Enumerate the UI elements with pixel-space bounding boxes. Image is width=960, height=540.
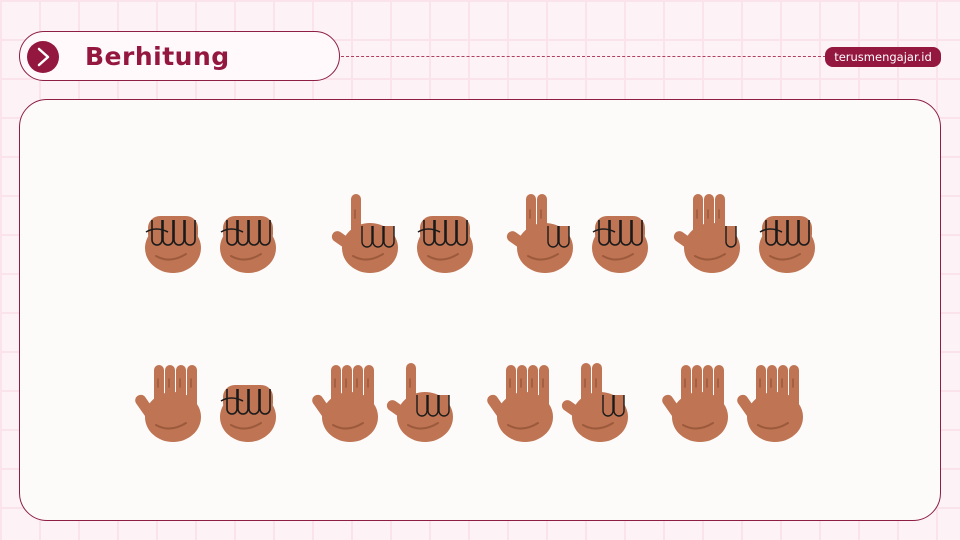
hand-count-5-icon bbox=[135, 365, 276, 442]
right-hand-icon bbox=[417, 216, 473, 273]
right-hand-icon bbox=[759, 216, 815, 273]
left-hand-icon bbox=[135, 365, 201, 442]
left-hand-icon bbox=[506, 194, 573, 273]
hand-group bbox=[330, 188, 485, 278]
right-hand-icon bbox=[561, 363, 628, 442]
right-hand-icon bbox=[220, 216, 276, 273]
hand-group bbox=[505, 188, 660, 278]
hand-group bbox=[660, 357, 815, 447]
left-hand-icon bbox=[312, 365, 378, 442]
hand-count-10-icon bbox=[662, 365, 803, 442]
hand-count-1-icon bbox=[331, 194, 473, 273]
brand-badge: terusmengajar.id bbox=[825, 47, 941, 67]
hand-group bbox=[485, 357, 640, 447]
hand-count-0-icon bbox=[145, 216, 276, 273]
hand-count-7-icon bbox=[487, 363, 628, 442]
hand-count-3-icon bbox=[673, 194, 815, 273]
left-hand-icon bbox=[145, 216, 201, 273]
hand-count-6-icon bbox=[312, 363, 453, 442]
title-pill: Berhitung bbox=[19, 31, 340, 81]
hand-group bbox=[133, 188, 288, 278]
hand-group bbox=[310, 357, 465, 447]
right-hand-icon bbox=[592, 216, 648, 273]
hand-group bbox=[672, 188, 827, 278]
right-hand-icon bbox=[737, 365, 803, 442]
left-hand-icon bbox=[331, 194, 398, 273]
chevron-right-icon[interactable] bbox=[27, 41, 59, 73]
hand-count-2-icon bbox=[506, 194, 648, 273]
right-hand-icon bbox=[386, 363, 453, 442]
left-hand-icon bbox=[673, 194, 740, 273]
left-hand-icon bbox=[487, 365, 553, 442]
hand-group bbox=[133, 357, 288, 447]
left-hand-icon bbox=[662, 365, 728, 442]
divider-line bbox=[341, 56, 826, 57]
right-hand-icon bbox=[220, 385, 276, 442]
page-title: Berhitung bbox=[85, 42, 230, 71]
counting-card bbox=[19, 99, 941, 521]
